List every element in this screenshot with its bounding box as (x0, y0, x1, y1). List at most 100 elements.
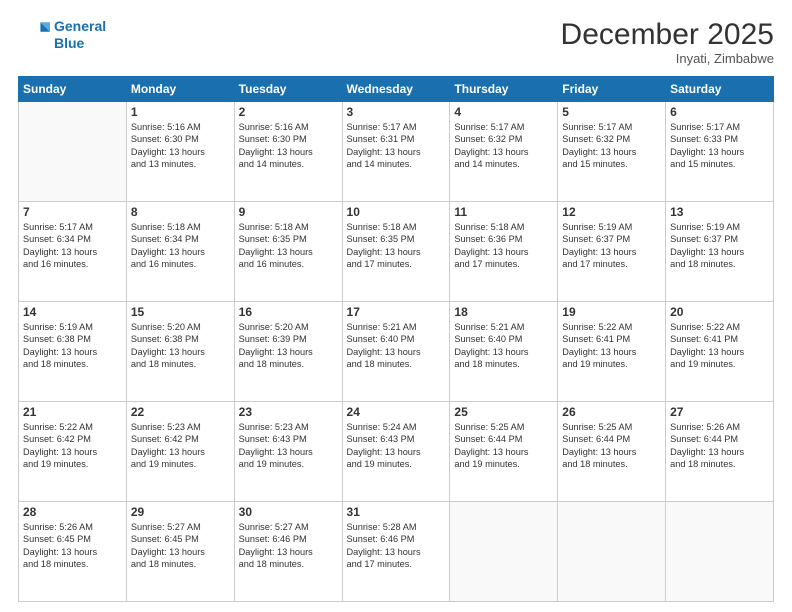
day-info: Sunrise: 5:28 AM Sunset: 6:46 PM Dayligh… (347, 521, 446, 571)
day-number: 2 (239, 105, 338, 119)
day-number: 20 (670, 305, 769, 319)
calendar-cell: 29 Sunrise: 5:27 AM Sunset: 6:45 PM Dayli… (126, 502, 234, 602)
day-number: 30 (239, 505, 338, 519)
day-number: 29 (131, 505, 230, 519)
day-info: Sunrise: 5:18 AM Sunset: 6:35 PM Dayligh… (239, 221, 338, 271)
day-number: 24 (347, 405, 446, 419)
week-row-3: 21 Sunrise: 5:22 AM Sunset: 6:42 PM Dayli… (19, 402, 774, 502)
day-info: Sunrise: 5:17 AM Sunset: 6:31 PM Dayligh… (347, 121, 446, 171)
day-info: Sunrise: 5:20 AM Sunset: 6:39 PM Dayligh… (239, 321, 338, 371)
calendar-cell: 26 Sunrise: 5:25 AM Sunset: 6:44 PM Dayli… (558, 402, 666, 502)
month-title: December 2025 (561, 18, 774, 51)
calendar-cell: 20 Sunrise: 5:22 AM Sunset: 6:41 PM Dayli… (666, 302, 774, 402)
calendar-cell: 31Sunrise: 5:28 AM Sunset: 6:46 PM Dayli… (342, 502, 450, 602)
day-info: Sunrise: 5:21 AM Sunset: 6:40 PM Dayligh… (347, 321, 446, 371)
logo-icon (18, 19, 50, 51)
calendar-cell: 13 Sunrise: 5:19 AM Sunset: 6:37 PM Dayli… (666, 202, 774, 302)
calendar-cell: 28Sunrise: 5:26 AM Sunset: 6:45 PM Dayli… (19, 502, 127, 602)
day-info: Sunrise: 5:17 AM Sunset: 6:33 PM Dayligh… (670, 121, 769, 171)
day-info: Sunrise: 5:21 AM Sunset: 6:40 PM Dayligh… (454, 321, 553, 371)
calendar-cell: 4 Sunrise: 5:17 AM Sunset: 6:32 PM Daylig… (450, 102, 558, 202)
day-info: Sunrise: 5:16 AM Sunset: 6:30 PM Dayligh… (239, 121, 338, 171)
day-info: Sunrise: 5:19 AM Sunset: 6:37 PM Dayligh… (562, 221, 661, 271)
day-number: 27 (670, 405, 769, 419)
logo-text: General Blue (54, 18, 106, 52)
header: General Blue December 2025 Inyati, Zimba… (18, 18, 774, 66)
calendar-cell: 1 Sunrise: 5:16 AM Sunset: 6:30 PM Daylig… (126, 102, 234, 202)
day-number: 12 (562, 205, 661, 219)
day-info: Sunrise: 5:18 AM Sunset: 6:34 PM Dayligh… (131, 221, 230, 271)
day-number: 13 (670, 205, 769, 219)
day-number: 23 (239, 405, 338, 419)
calendar-cell: 16 Sunrise: 5:20 AM Sunset: 6:39 PM Dayli… (234, 302, 342, 402)
calendar-cell: 5 Sunrise: 5:17 AM Sunset: 6:32 PM Daylig… (558, 102, 666, 202)
calendar-cell: 12 Sunrise: 5:19 AM Sunset: 6:37 PM Dayli… (558, 202, 666, 302)
calendar-cell: 19 Sunrise: 5:22 AM Sunset: 6:41 PM Dayli… (558, 302, 666, 402)
calendar-cell: 24Sunrise: 5:24 AM Sunset: 6:43 PM Dayli… (342, 402, 450, 502)
day-info: Sunrise: 5:19 AM Sunset: 6:37 PM Dayligh… (670, 221, 769, 271)
day-number: 15 (131, 305, 230, 319)
day-number: 3 (347, 105, 446, 119)
week-row-2: 14 Sunrise: 5:19 AM Sunset: 6:38 PM Dayli… (19, 302, 774, 402)
day-info: Sunrise: 5:18 AM Sunset: 6:36 PM Dayligh… (454, 221, 553, 271)
day-number: 6 (670, 105, 769, 119)
day-info: Sunrise: 5:26 AM Sunset: 6:44 PM Dayligh… (670, 421, 769, 471)
day-info: Sunrise: 5:17 AM Sunset: 6:32 PM Dayligh… (562, 121, 661, 171)
weekday-header-row: SundayMondayTuesdayWednesdayThursdayFrid… (19, 77, 774, 102)
calendar-cell: 3 Sunrise: 5:17 AM Sunset: 6:31 PM Daylig… (342, 102, 450, 202)
weekday-header-friday: Friday (558, 77, 666, 102)
day-number: 14 (23, 305, 122, 319)
calendar-cell: 6 Sunrise: 5:17 AM Sunset: 6:33 PM Daylig… (666, 102, 774, 202)
day-info: Sunrise: 5:20 AM Sunset: 6:38 PM Dayligh… (131, 321, 230, 371)
day-info: Sunrise: 5:27 AM Sunset: 6:46 PM Dayligh… (239, 521, 338, 571)
day-info: Sunrise: 5:23 AM Sunset: 6:43 PM Dayligh… (239, 421, 338, 471)
calendar-cell (558, 502, 666, 602)
week-row-4: 28Sunrise: 5:26 AM Sunset: 6:45 PM Dayli… (19, 502, 774, 602)
calendar-cell: 17Sunrise: 5:21 AM Sunset: 6:40 PM Dayli… (342, 302, 450, 402)
calendar-table: SundayMondayTuesdayWednesdayThursdayFrid… (18, 76, 774, 602)
weekday-header-wednesday: Wednesday (342, 77, 450, 102)
day-info: Sunrise: 5:18 AM Sunset: 6:35 PM Dayligh… (347, 221, 446, 271)
calendar-cell: 2 Sunrise: 5:16 AM Sunset: 6:30 PM Daylig… (234, 102, 342, 202)
calendar-cell: 9 Sunrise: 5:18 AM Sunset: 6:35 PM Daylig… (234, 202, 342, 302)
weekday-header-monday: Monday (126, 77, 234, 102)
day-number: 8 (131, 205, 230, 219)
page: General Blue December 2025 Inyati, Zimba… (0, 0, 792, 612)
calendar-cell: 18 Sunrise: 5:21 AM Sunset: 6:40 PM Dayli… (450, 302, 558, 402)
day-info: Sunrise: 5:22 AM Sunset: 6:41 PM Dayligh… (670, 321, 769, 371)
calendar-cell: 22Sunrise: 5:23 AM Sunset: 6:42 PM Dayli… (126, 402, 234, 502)
day-number: 1 (131, 105, 230, 119)
day-info: Sunrise: 5:22 AM Sunset: 6:41 PM Dayligh… (562, 321, 661, 371)
day-number: 18 (454, 305, 553, 319)
day-info: Sunrise: 5:17 AM Sunset: 6:32 PM Dayligh… (454, 121, 553, 171)
day-info: Sunrise: 5:27 AM Sunset: 6:45 PM Dayligh… (131, 521, 230, 571)
logo-general: General (54, 18, 106, 34)
week-row-1: 7Sunrise: 5:17 AM Sunset: 6:34 PM Daylig… (19, 202, 774, 302)
week-row-0: 1 Sunrise: 5:16 AM Sunset: 6:30 PM Daylig… (19, 102, 774, 202)
day-info: Sunrise: 5:25 AM Sunset: 6:44 PM Dayligh… (454, 421, 553, 471)
day-info: Sunrise: 5:25 AM Sunset: 6:44 PM Dayligh… (562, 421, 661, 471)
day-number: 21 (23, 405, 122, 419)
calendar-cell: 21 Sunrise: 5:22 AM Sunset: 6:42 PM Dayli… (19, 402, 127, 502)
day-info: Sunrise: 5:16 AM Sunset: 6:30 PM Dayligh… (131, 121, 230, 171)
calendar-cell: 10 Sunrise: 5:18 AM Sunset: 6:35 PM Dayli… (342, 202, 450, 302)
day-number: 5 (562, 105, 661, 119)
day-info: Sunrise: 5:19 AM Sunset: 6:38 PM Dayligh… (23, 321, 122, 371)
day-number: 22 (131, 405, 230, 419)
day-info: Sunrise: 5:22 AM Sunset: 6:42 PM Dayligh… (23, 421, 122, 471)
day-number: 4 (454, 105, 553, 119)
day-info: Sunrise: 5:17 AM Sunset: 6:34 PM Dayligh… (23, 221, 122, 271)
day-number: 10 (347, 205, 446, 219)
calendar-cell: 11 Sunrise: 5:18 AM Sunset: 6:36 PM Dayli… (450, 202, 558, 302)
day-number: 26 (562, 405, 661, 419)
calendar-cell (450, 502, 558, 602)
day-number: 19 (562, 305, 661, 319)
day-number: 28 (23, 505, 122, 519)
calendar-cell: 8 Sunrise: 5:18 AM Sunset: 6:34 PM Daylig… (126, 202, 234, 302)
calendar-cell: 7Sunrise: 5:17 AM Sunset: 6:34 PM Daylig… (19, 202, 127, 302)
day-number: 16 (239, 305, 338, 319)
day-number: 9 (239, 205, 338, 219)
calendar-cell (19, 102, 127, 202)
weekday-header-tuesday: Tuesday (234, 77, 342, 102)
day-number: 11 (454, 205, 553, 219)
